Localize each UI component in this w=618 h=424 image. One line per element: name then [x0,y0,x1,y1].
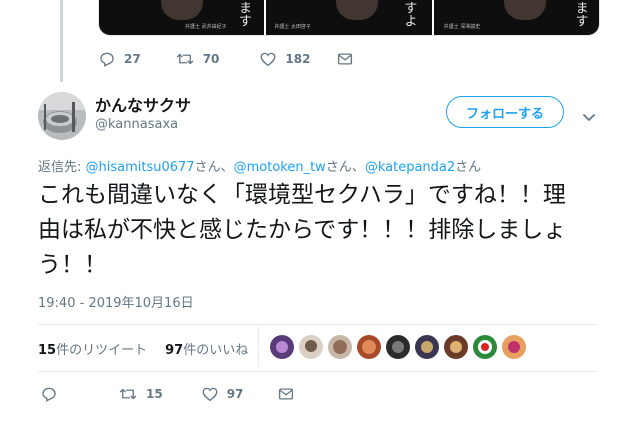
message-icon [279,388,294,400]
thread-line [60,0,63,82]
avatar[interactable] [38,92,86,140]
like-icon [202,387,218,402]
follow-button[interactable]: フォローする [446,96,564,128]
tweet-stats: 15件のリツイート 97件のいいね [38,339,248,358]
message-button[interactable] [277,385,295,403]
chevron-down-icon [583,114,595,121]
media-image-3[interactable]: ます 弁護士 深澤諭史 [433,0,599,35]
liker-avatars [270,335,531,359]
like-button[interactable]: 97 [201,385,244,403]
like-action-count: 97 [226,387,244,401]
mention-separator: 、 [351,160,365,175]
retweet-icon [176,53,193,65]
media-caption-2: 弁護士 太田啓子 [274,24,311,30]
reply-icon [42,387,56,402]
liker-avatar[interactable] [386,335,410,359]
liker-avatar[interactable] [415,335,439,359]
retweet-button[interactable]: 15 [118,385,163,403]
retweet-icon [119,388,137,400]
like-count: 97 [165,343,184,358]
prev-retweet-button[interactable]: 70 [175,50,220,68]
prev-like-count: 182 [285,52,311,66]
liker-avatar[interactable] [328,335,352,359]
retweet-label: 件のリツイート [56,343,148,358]
liker-avatar[interactable] [357,335,381,359]
mention-suffix: さん [455,160,482,175]
like-stat[interactable]: 97件のいいね [165,339,248,358]
retweet-stat[interactable]: 15件のリツイート [38,339,147,358]
tweet-timestamp[interactable]: 19:40 - 2019年10月16日 [38,292,194,311]
prev-like-button[interactable]: 182 [259,50,310,68]
mention-link-1[interactable]: @hisamitsu0677 [86,160,195,175]
mention-suffix: さん [325,160,352,175]
reply-context: 返信先: @hisamitsu0677さん、@motoken_twさん、@kat… [38,156,481,175]
prev-reply-button[interactable]: 27 [98,50,141,68]
stats-divider [258,327,259,367]
liker-avatar[interactable] [502,335,526,359]
liker-avatar[interactable] [444,335,468,359]
mention-link-3[interactable]: @katepanda2 [365,160,455,175]
prev-retweet-count: 70 [202,52,220,66]
tweet-actions: 15 97 [40,385,295,403]
divider [38,324,598,325]
media-caption-3: 弁護士 深澤諭史 [443,24,481,30]
like-label: 件のいいね [183,343,249,358]
prev-message-button[interactable] [336,50,354,68]
mention-suffix: さん [194,160,221,175]
media-strip[interactable]: ます 弁護士 武井由紀子 すよ 弁護士 太田啓子 ます 弁護士 深澤諭史 [98,0,600,36]
divider [38,371,598,372]
media-text-2: すよ [401,1,417,27]
tweet-text: これも間違いなく「環境型セクハラ」ですね！！理由は私が不快と感じたからです！！！… [38,182,567,278]
media-caption-1: 弁護士 武井由紀子 [185,24,227,30]
user-handle[interactable]: @kannasaxa [95,117,178,132]
liker-avatar[interactable] [270,335,294,359]
liker-avatar[interactable] [473,335,497,359]
display-name[interactable]: かんなサクサ [95,92,191,116]
retweet-action-count: 15 [146,387,163,401]
more-options-button[interactable] [582,108,596,127]
mention-separator: 、 [220,160,234,175]
media-image-2[interactable]: すよ 弁護士 太田啓子 [266,0,432,35]
liker-avatar[interactable] [299,335,323,359]
mention-link-2[interactable]: @motoken_tw [234,160,326,175]
prev-reply-count: 27 [124,52,141,66]
media-text-1: ます [236,1,251,27]
media-image-1[interactable]: ます 弁護士 武井由紀子 [99,0,265,35]
prev-tweet-actions: 27 70 182 [98,50,354,68]
media-text-3: ます [572,1,588,27]
retweet-count: 15 [38,343,57,358]
message-icon [338,53,353,65]
reply-prefix: 返信先: [38,160,86,175]
reply-icon [100,52,114,67]
like-icon [260,52,276,67]
reply-button[interactable] [40,385,58,403]
